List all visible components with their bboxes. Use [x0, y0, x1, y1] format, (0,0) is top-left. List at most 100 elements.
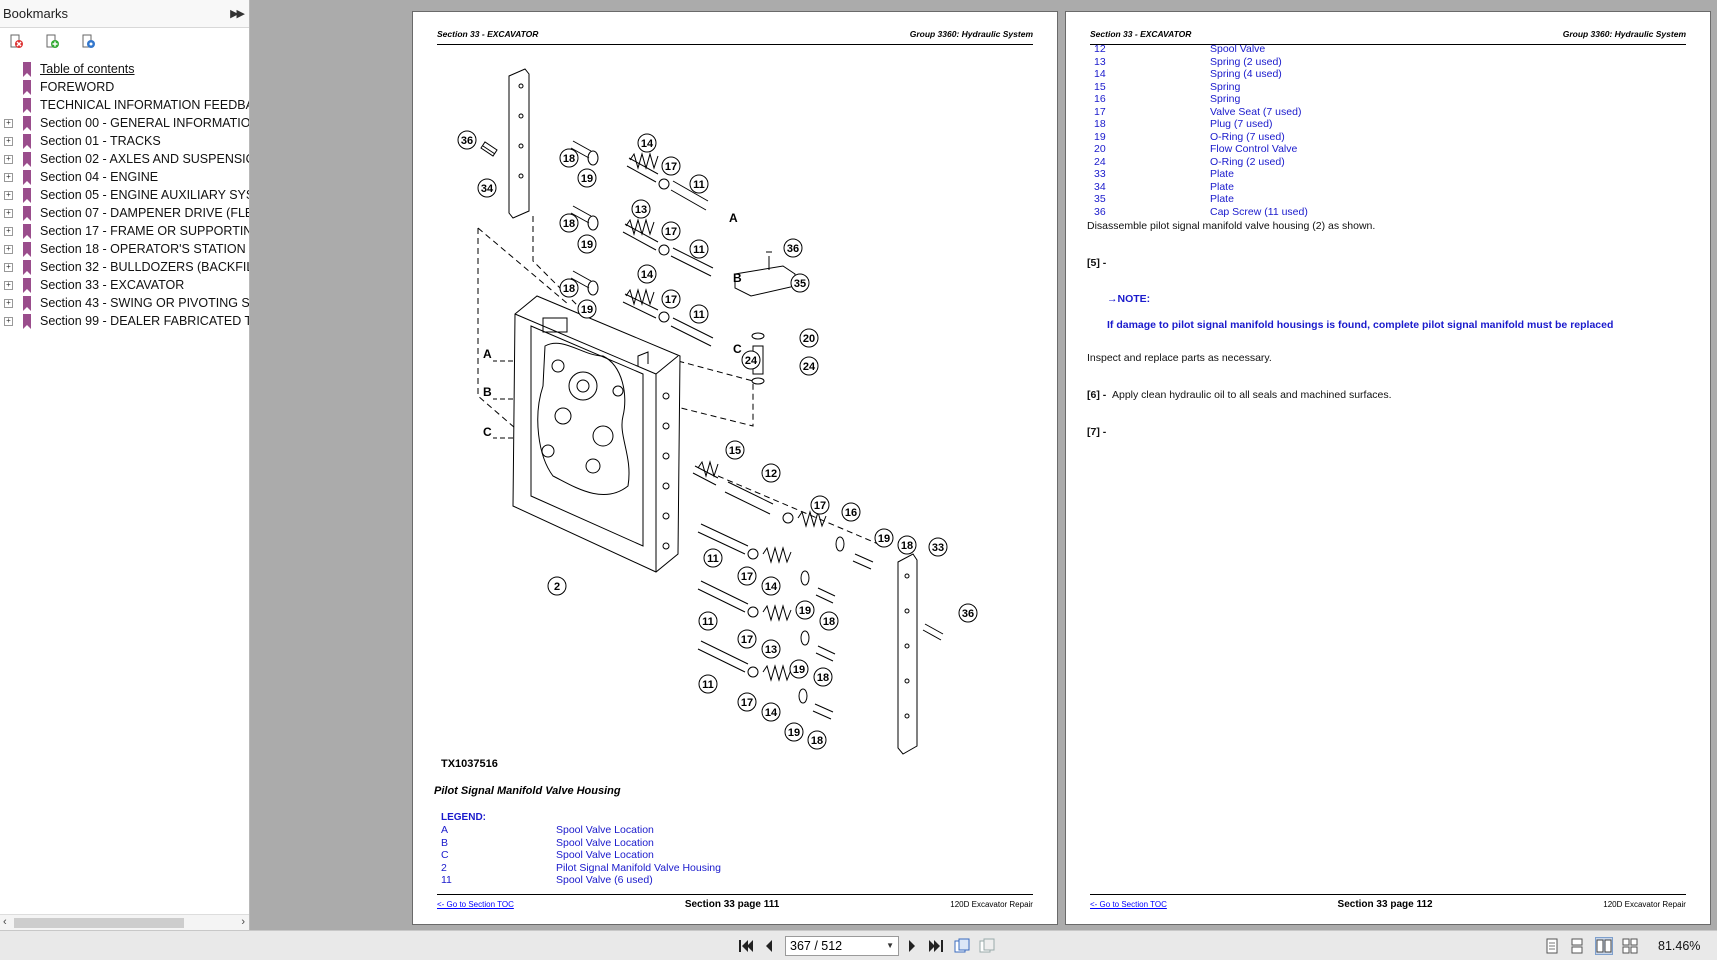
two-page-view-icon[interactable]: [1595, 937, 1613, 955]
expand-plus-icon[interactable]: +: [4, 244, 13, 254]
bookmark-item[interactable]: + Section 33 - EXCAVATOR: [0, 276, 249, 294]
bookmark-item[interactable]: + Section 18 - OPERATOR'S STATION: [0, 240, 249, 258]
callout-18: 18: [559, 278, 579, 298]
location-letter-a: A: [729, 211, 738, 225]
expand-plus-icon[interactable]: +: [4, 190, 13, 200]
legend-row: 17 Valve Seat (7 used): [1094, 106, 1301, 118]
svg-text:18: 18: [817, 672, 829, 684]
legend-value: Pilot Signal Manifold Valve Housing: [556, 861, 721, 874]
expand-plus-icon[interactable]: +: [4, 316, 13, 326]
bookmark-label: Table of contents: [40, 62, 135, 76]
bookmark-item[interactable]: FOREWORD: [0, 78, 249, 96]
legend-row: 35 Plate: [1094, 193, 1234, 205]
page-header-section: Section 33 - EXCAVATOR: [437, 29, 539, 39]
bookmark-item[interactable]: + Section 05 - ENGINE AUXILIARY SYST: [0, 186, 249, 204]
bookmark-label: Section 17 - FRAME OR SUPPORTING: [40, 224, 249, 238]
bookmark-item[interactable]: + Section 00 - GENERAL INFORMATION: [0, 114, 249, 132]
previous-page-icon[interactable]: [760, 937, 778, 955]
bookmark-item[interactable]: + Section 32 - BULLDOZERS (BACKFILL: [0, 258, 249, 276]
page-number-field[interactable]: 367 / 512 ▼: [785, 936, 899, 956]
horizontal-scrollbar[interactable]: ‹ ›: [0, 914, 249, 930]
go-to-section-toc-link[interactable]: <- Go to Section TOC: [437, 900, 514, 909]
panel-splitter[interactable]: [250, 0, 256, 930]
callout-18: 18: [807, 730, 827, 750]
expand-plus-icon[interactable]: +: [4, 298, 13, 308]
bookmark-item[interactable]: + Section 02 - AXLES AND SUSPENSION: [0, 150, 249, 168]
legend-value: Spring: [1210, 93, 1241, 105]
expand-plus-icon[interactable]: +: [4, 208, 13, 218]
legend-value: Plate: [1210, 193, 1234, 205]
legend-value: Spring (4 used): [1210, 68, 1282, 80]
zoom-level[interactable]: 81.46%: [1658, 939, 1700, 953]
callout-11: 11: [689, 304, 709, 324]
callout-36: 36: [958, 603, 978, 623]
bookmark-item[interactable]: + Section 43 - SWING OR PIVOTING SY: [0, 294, 249, 312]
bookmark-item[interactable]: + Section 99 - DEALER FABRICATED TC: [0, 312, 249, 330]
step-6-text: Apply clean hydraulic oil to all seals a…: [1112, 389, 1392, 401]
page-number-label: Section 33 page 112: [1337, 899, 1433, 910]
legend-value: Spool Valve: [1210, 43, 1266, 55]
bookmark-flag-icon: [23, 187, 31, 203]
chevron-down-icon[interactable]: ▼: [886, 941, 894, 950]
previous-view-icon[interactable]: [953, 937, 971, 955]
next-view-icon[interactable]: [978, 937, 996, 955]
callout-18: 18: [813, 667, 833, 687]
svg-text:19: 19: [581, 173, 593, 185]
expand-plus-icon[interactable]: +: [4, 226, 13, 236]
figure-id: TX1037516: [441, 758, 498, 770]
legend-value: Spring: [1210, 80, 1241, 93]
callout-19: 19: [789, 659, 809, 679]
expand-plus-icon[interactable]: +: [4, 262, 13, 272]
svg-text:33: 33: [932, 542, 944, 554]
bookmark-item[interactable]: TECHNICAL INFORMATION FEEDBACK: [0, 96, 249, 114]
expand-plus-icon[interactable]: +: [4, 136, 13, 146]
page-footer: <- Go to Section TOC Section 33 page 111…: [437, 894, 1033, 910]
bookmarks-title: Bookmarks: [3, 6, 69, 21]
add-bookmark-icon[interactable]: [45, 34, 61, 50]
manual-title: 120D Excavator Repair: [950, 900, 1033, 909]
scroll-left-icon[interactable]: ‹: [3, 916, 7, 928]
bookmark-label: Section 32 - BULLDOZERS (BACKFILL: [40, 260, 249, 274]
bookmark-label: Section 01 - TRACKS: [40, 134, 161, 148]
legend-row: 16 Spring: [1094, 93, 1240, 105]
svg-text:34: 34: [481, 183, 494, 195]
expand-plus-icon[interactable]: +: [4, 154, 13, 164]
page-header: Section 33 - EXCAVATOR Group 3360: Hydra…: [437, 29, 1033, 45]
bookmark-item[interactable]: + Section 07 - DAMPENER DRIVE (FLEX: [0, 204, 249, 222]
callout-14: 14: [637, 133, 657, 153]
expand-plus-icon[interactable]: +: [4, 172, 13, 182]
bookmark-item[interactable]: + Section 01 - TRACKS: [0, 132, 249, 150]
bookmark-label: FOREWORD: [40, 80, 115, 94]
svg-text:11: 11: [693, 309, 705, 321]
last-page-icon[interactable]: [927, 937, 945, 955]
expand-plus-icon[interactable]: +: [4, 280, 13, 290]
expand-plus-icon[interactable]: +: [4, 118, 13, 128]
legend-key: C: [441, 849, 449, 861]
scroll-right-icon[interactable]: ›: [241, 916, 245, 928]
two-page-continuous-view-icon[interactable]: [1621, 937, 1639, 955]
bookmark-flag-icon: [23, 97, 31, 113]
svg-text:36: 36: [461, 135, 473, 147]
collapse-panel-icon[interactable]: ▶▶: [230, 7, 245, 20]
bookmark-flag-icon: [23, 79, 31, 95]
continuous-view-icon[interactable]: [1568, 937, 1586, 955]
bookmark-properties-icon[interactable]: [81, 34, 97, 50]
pdf-viewer-window: Bookmarks ▶▶ Table of contents FOREWORD TE…: [0, 0, 1717, 960]
delete-bookmark-icon[interactable]: [9, 34, 25, 50]
bookmark-item[interactable]: + Section 17 - FRAME OR SUPPORTING: [0, 222, 249, 240]
single-page-view-icon[interactable]: [1543, 937, 1561, 955]
inspect-text: Inspect and replace parts as necessary.: [1087, 352, 1272, 364]
bookmark-item[interactable]: + Section 04 - ENGINE: [0, 168, 249, 186]
bookmark-flag-icon: [23, 151, 31, 167]
svg-text:19: 19: [581, 239, 593, 251]
legend-value: Spring (2 used): [1210, 55, 1282, 68]
next-page-icon[interactable]: [903, 937, 921, 955]
go-to-section-toc-link[interactable]: <- Go to Section TOC: [1090, 900, 1167, 909]
navigation-toolbar: 367 / 512 ▼ 81.46%: [0, 930, 1717, 960]
bookmark-item[interactable]: Table of contents: [0, 60, 249, 78]
first-page-icon[interactable]: [737, 937, 755, 955]
legend-value: Plug (7 used): [1210, 118, 1273, 130]
scrollbar-thumb[interactable]: [14, 918, 184, 928]
callout-19: 19: [577, 234, 597, 254]
callout-11: 11: [689, 174, 709, 194]
